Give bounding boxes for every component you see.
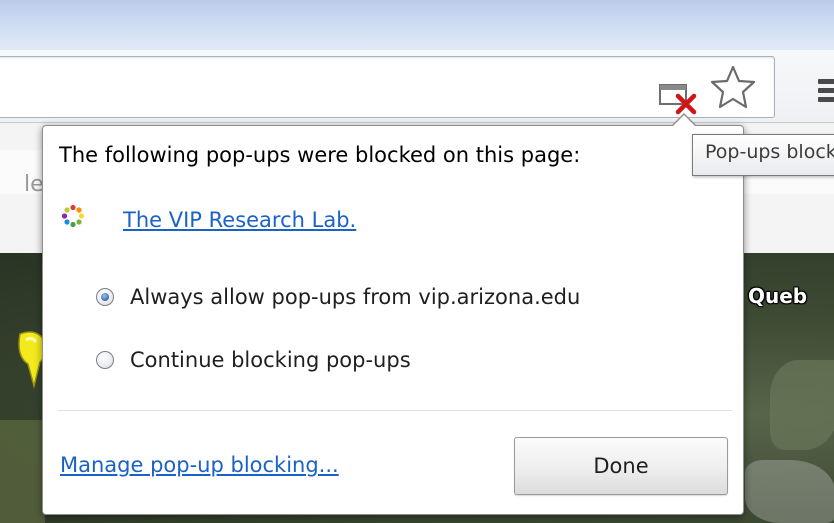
page-text-fragment: le [24, 172, 44, 197]
manage-popup-blocking-link[interactable]: Manage pop-up blocking... [60, 453, 339, 477]
done-button[interactable]: Done [514, 437, 728, 495]
bubble-arrow-fill [673, 115, 695, 126]
bubble-title: The following pop-ups were blocked on th… [59, 143, 581, 167]
blocked-popup-link[interactable]: The VIP Research Lab. [123, 208, 356, 232]
always-allow-radio[interactable] [96, 288, 114, 306]
map-terrain [770, 360, 834, 450]
continue-blocking-radio[interactable] [96, 351, 114, 369]
popup-blocked-icon[interactable] [658, 82, 706, 116]
popups-blocked-tooltip: Pop-ups blocked [692, 134, 834, 176]
menu-icon[interactable] [818, 79, 834, 105]
map-terrain [745, 460, 834, 523]
always-allow-label: Always allow pop-ups from vip.arizona.ed… [130, 285, 581, 309]
bubble-divider [58, 410, 732, 411]
bookmark-star-icon[interactable] [709, 64, 757, 110]
map-place-label: Queb [748, 284, 808, 308]
window-titlebar [0, 0, 834, 50]
map-terrain [0, 420, 45, 523]
continue-blocking-option[interactable]: Continue blocking pop-ups [96, 345, 411, 375]
continue-blocking-label: Continue blocking pop-ups [130, 348, 411, 372]
site-favicon-icon [61, 204, 85, 228]
always-allow-option[interactable]: Always allow pop-ups from vip.arizona.ed… [96, 282, 580, 312]
